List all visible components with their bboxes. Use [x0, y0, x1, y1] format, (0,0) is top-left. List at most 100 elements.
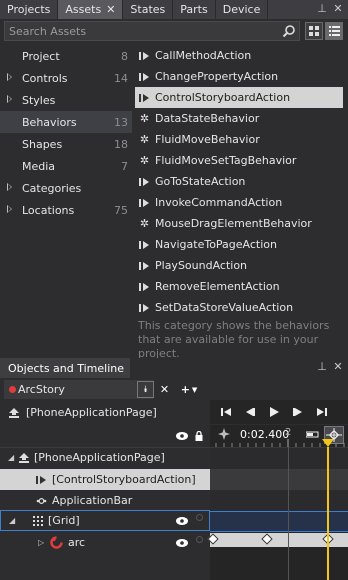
list-view-button[interactable] [325, 22, 343, 40]
behavior-item[interactable]: GoToStateAction [135, 171, 343, 192]
behavior-item[interactable]: SetDataStoreValueAction [135, 297, 343, 318]
snapping-icon[interactable] [306, 430, 320, 439]
behavior-item[interactable]: ControlStoryboardAction [135, 87, 343, 108]
storyboard-options-button[interactable]: ⯯ [137, 381, 154, 398]
new-storyboard-button[interactable]: + ▼ [177, 380, 201, 399]
scope-up-icon [9, 407, 19, 418]
search-input[interactable] [5, 24, 275, 38]
behavior-item[interactable]: CallMethodAction [135, 45, 343, 66]
close-icon[interactable]: ✕ [332, 361, 344, 373]
play-icon[interactable] [266, 404, 282, 420]
chevron-down-icon: ▼ [191, 385, 198, 394]
category-locations[interactable]: Locations 75 [0, 199, 132, 221]
gear-icon: ✲ [139, 217, 150, 230]
tab-parts[interactable]: Parts [173, 0, 216, 19]
behavior-item[interactable]: ✲ MouseDragElementBehavior [135, 213, 343, 234]
go-to-start-icon[interactable] [218, 404, 234, 420]
behavior-item[interactable]: InvokeCommandAction [135, 192, 343, 213]
behaviors-description: This category shows the behaviors that a… [138, 319, 330, 360]
grid-view-icon [309, 26, 319, 36]
action-icon [139, 260, 150, 271]
behavior-item[interactable]: NavigateToPageAction [135, 234, 343, 255]
behavior-item[interactable]: ✲ FluidMoveSetTagBehavior [135, 150, 343, 171]
playhead[interactable] [327, 447, 329, 580]
expand-arrow-icon[interactable] [7, 95, 12, 103]
next-frame-icon[interactable] [290, 404, 306, 420]
behavior-label: PlaySoundAction [155, 259, 248, 272]
pin-icon[interactable]: ⊥ [316, 3, 328, 15]
tree-row-controlstoryboardaction[interactable]: [ControlStoryboardAction] [0, 469, 210, 490]
tree-label: arc [68, 536, 86, 549]
behaviors-list: CallMethodAction ChangePropertyAction Co… [135, 45, 343, 318]
category-label: Media [22, 159, 56, 173]
search-box[interactable] [4, 21, 300, 41]
behavior-item[interactable]: RemoveElementAction [135, 276, 343, 297]
category-styles[interactable]: Styles [0, 89, 132, 111]
time-gridline [288, 447, 289, 580]
storyboard-picker[interactable]: ArcStory [4, 380, 154, 399]
tab-states[interactable]: States [123, 0, 174, 19]
behavior-label: InvokeCommandAction [155, 196, 283, 209]
behavior-label: FluidMoveSetTagBehavior [155, 154, 297, 167]
lock-toggle-icon[interactable] [196, 536, 203, 543]
tree-label: [PhoneApplicationPage] [34, 451, 165, 464]
go-to-end-icon[interactable] [314, 404, 330, 420]
behavior-label: SetDataStoreValueAction [155, 301, 294, 314]
behavior-item[interactable]: PlaySoundAction [135, 255, 343, 276]
eye-icon[interactable] [176, 539, 188, 547]
collapse-arrow-icon[interactable]: ◢ [9, 516, 33, 525]
lock-icon[interactable] [195, 431, 203, 441]
tree-row-applicationbar[interactable]: ApplicationBar [0, 490, 210, 511]
eye-icon[interactable] [176, 517, 188, 525]
close-icon[interactable]: ✕ [106, 3, 115, 16]
search-icon[interactable] [282, 24, 296, 38]
action-icon [139, 176, 150, 187]
tab-device[interactable]: Device [216, 0, 269, 19]
grid-view-button[interactable] [305, 22, 323, 40]
category-count: 8 [121, 49, 128, 63]
expand-arrow-icon[interactable] [7, 205, 12, 213]
appbar-icon [36, 497, 47, 504]
behavior-label: ControlStoryboardAction [155, 91, 291, 104]
category-behaviors[interactable]: Behaviors 13 [0, 111, 132, 133]
gear-icon: ✲ [139, 133, 150, 146]
category-media[interactable]: Media 7 [0, 155, 132, 177]
category-label: Controls [22, 71, 68, 85]
behavior-item[interactable]: ✲ FluidMoveBehavior [135, 129, 343, 150]
expand-arrow-icon[interactable] [7, 183, 12, 191]
tab-objects-and-timeline[interactable]: Objects and Timeline [0, 358, 130, 378]
eye-icon[interactable] [176, 432, 188, 440]
category-count: 18 [114, 137, 128, 151]
behavior-label: RemoveElementAction [155, 280, 280, 293]
category-count: 75 [114, 203, 128, 217]
lock-toggle-icon[interactable] [196, 514, 203, 521]
pin-icon[interactable]: ⊥ [316, 361, 328, 373]
tab-label: Assets [65, 3, 102, 16]
grid-icon [33, 515, 43, 526]
objects-timeline-header: Objects and Timeline ⊥ ✕ [0, 358, 348, 378]
category-controls[interactable]: Controls 14 [0, 67, 132, 89]
scope-row[interactable]: [PhoneApplicationPage] [0, 402, 210, 423]
storyboard-name: ArcStory [18, 383, 65, 396]
behavior-item[interactable]: ✲ DataStateBehavior [135, 108, 343, 129]
action-icon [36, 475, 46, 484]
tab-label: Projects [7, 3, 51, 16]
tab-projects[interactable]: Projects [0, 0, 59, 19]
expand-arrow-icon[interactable]: ▷ [38, 538, 50, 547]
action-icon [139, 239, 150, 250]
tree-label: [ControlStoryboardAction] [52, 473, 196, 486]
close-icon: ✕ [159, 383, 170, 396]
playhead-handle-icon[interactable] [322, 439, 334, 447]
category-shapes[interactable]: Shapes 18 [0, 133, 132, 155]
close-storyboard-button[interactable]: ✕ [156, 380, 173, 399]
tab-assets[interactable]: Assets ✕ [58, 0, 124, 19]
tree-row-phoneapplicationpage[interactable]: ◢ [PhoneApplicationPage] [0, 447, 210, 468]
previous-frame-icon[interactable] [242, 404, 258, 420]
behavior-item[interactable]: ChangePropertyAction [135, 66, 343, 87]
category-project[interactable]: Project 8 [0, 45, 132, 67]
divider [210, 424, 348, 425]
collapse-arrow-icon[interactable]: ◢ [8, 453, 18, 462]
expand-arrow-icon[interactable] [7, 73, 12, 81]
close-icon[interactable]: ✕ [332, 3, 344, 15]
category-categories[interactable]: Categories [0, 177, 132, 199]
